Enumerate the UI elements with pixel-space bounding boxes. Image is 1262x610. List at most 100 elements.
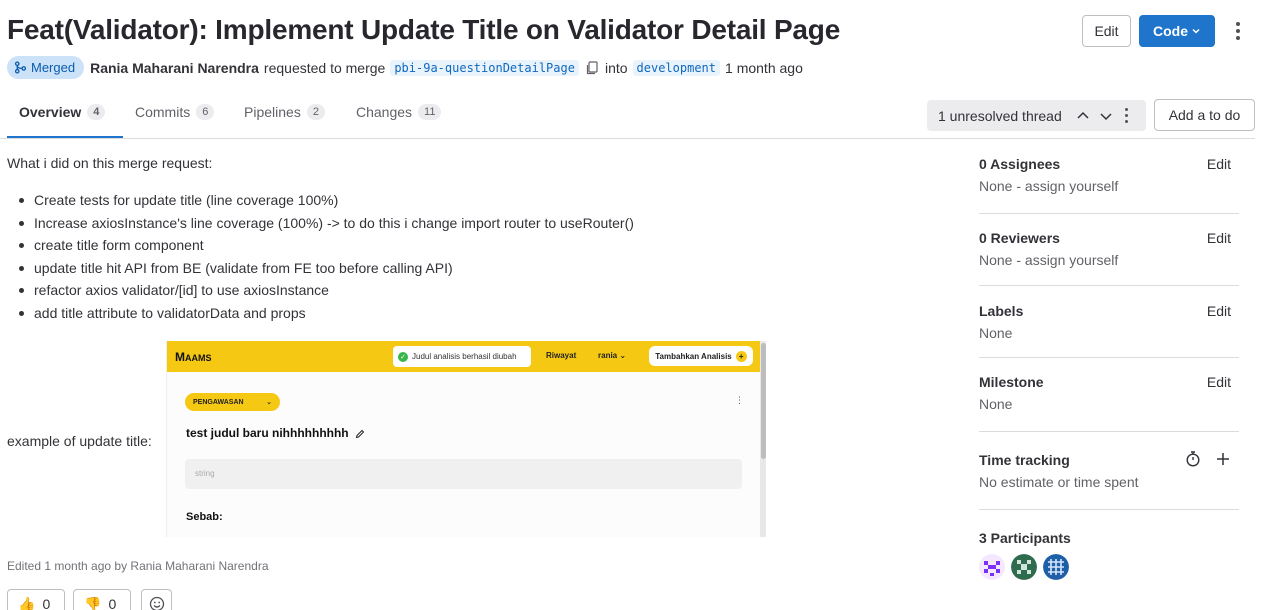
- reviewers-value[interactable]: None - assign yourself: [979, 252, 1239, 268]
- more-actions-icon[interactable]: [1229, 18, 1247, 44]
- tab-changes[interactable]: Changes 11: [356, 104, 442, 120]
- chevron-down-icon[interactable]: [1099, 111, 1113, 121]
- labels-value: None: [979, 325, 1013, 341]
- author-link[interactable]: Rania Maharani Narendra: [90, 60, 259, 76]
- category-pill: PENGAWASAN ⌄: [185, 393, 280, 411]
- avatar[interactable]: [1011, 554, 1037, 580]
- plus-icon: +: [735, 350, 747, 362]
- tab-label: Overview: [19, 104, 82, 120]
- thumbs-up-icon: 👍: [18, 595, 36, 610]
- status-label: Merged: [31, 60, 76, 75]
- add-todo-button[interactable]: Add a to do: [1154, 99, 1255, 131]
- kebab-icon: ⋮: [735, 395, 744, 405]
- code-button-label: Code: [1153, 23, 1188, 39]
- tabs-divider: [0, 138, 1255, 139]
- unresolved-threads[interactable]: 1 unresolved thread: [927, 100, 1146, 131]
- assignees-value[interactable]: None - assign yourself: [979, 178, 1239, 194]
- labels-title: Labels: [979, 303, 1024, 319]
- list-item: update title hit API from BE (validate f…: [18, 260, 738, 283]
- sidebar-divider: [979, 357, 1239, 358]
- nav-history: Riwayat: [546, 351, 577, 360]
- time-tracking-value: No estimate or time spent: [979, 474, 1139, 490]
- app-logo: MAAMS: [175, 350, 212, 364]
- labels-edit-link[interactable]: Edit: [1207, 303, 1231, 319]
- code-button[interactable]: Code: [1139, 15, 1215, 47]
- list-item: add title attribute to validatorData and…: [18, 305, 738, 328]
- stopwatch-icon[interactable]: [1185, 450, 1201, 467]
- list-item: Increase axiosInstance's line coverage (…: [18, 215, 738, 238]
- add-reaction-button[interactable]: [141, 589, 172, 610]
- into-text: into: [604, 59, 628, 76]
- source-branch[interactable]: pbi-9a-questionDetailPage: [390, 59, 579, 76]
- tab-overview[interactable]: Overview 4: [19, 104, 106, 120]
- page-title: Feat(Validator): Implement Update Title …: [7, 14, 841, 45]
- tab-commits[interactable]: Commits 6: [135, 104, 215, 120]
- toast-text: Judul analisis berhasil diubah: [412, 352, 517, 361]
- check-icon: ✓: [398, 351, 408, 362]
- participants-title: 3 Participants: [979, 530, 1071, 546]
- sidebar-divider: [979, 431, 1239, 432]
- milestone-edit-link[interactable]: Edit: [1207, 374, 1231, 390]
- tab-label: Commits: [135, 104, 191, 120]
- sidebar-reviewers: 0 Reviewers None - assign yourself Edit: [979, 230, 1239, 268]
- status-badge: Merged: [7, 56, 85, 79]
- sidebar-time-tracking: Time tracking No estimate or time spent: [979, 450, 1239, 490]
- question-input: string: [185, 459, 742, 489]
- thumbs-up-count: 0: [42, 596, 51, 610]
- merge-time: 1 month ago: [725, 59, 803, 76]
- cause-label: Sebab:: [186, 511, 223, 523]
- thumbs-down-icon: 👎: [84, 595, 102, 610]
- tab-pipelines[interactable]: Pipelines 2: [244, 104, 325, 120]
- sidebar-labels: Labels None Edit: [979, 303, 1239, 341]
- app-navbar: MAAMS ✓ Judul analisis berhasil diubah R…: [167, 341, 760, 372]
- chevron-up-icon[interactable]: [1076, 111, 1090, 121]
- thumbs-down-button[interactable]: 👎 0: [73, 589, 131, 610]
- description: What i did on this merge request: Create…: [7, 155, 634, 320]
- smiley-icon: [149, 596, 164, 610]
- merge-request-meta: Merged Rania Maharani Narendra requested…: [7, 56, 803, 79]
- avatar[interactable]: [1043, 554, 1069, 580]
- list-item: refactor axios validator/[id] to use axi…: [18, 282, 738, 305]
- milestone-title: Milestone: [979, 374, 1044, 390]
- sidebar-divider: [979, 213, 1239, 214]
- list-item: create title form component: [18, 237, 738, 260]
- sidebar-assignees: 0 Assignees None - assign yourself Edit: [979, 156, 1239, 194]
- sidebar-milestone: Milestone None Edit: [979, 374, 1239, 412]
- tab-count: 11: [418, 104, 442, 120]
- chevron-down-icon: [1192, 28, 1200, 34]
- sidebar-divider: [979, 285, 1239, 286]
- example-label: example of update title:: [7, 433, 152, 449]
- edited-note: Edited 1 month ago by Rania Maharani Nar…: [7, 559, 269, 573]
- tab-count: 2: [306, 104, 325, 120]
- tab-count: 4: [87, 104, 106, 120]
- requested-text: requested to merge: [263, 59, 386, 76]
- avatar[interactable]: [979, 554, 1005, 580]
- copy-icon[interactable]: [586, 60, 599, 75]
- analysis-title: test judul baru nihhhhhhhhh: [186, 426, 365, 440]
- nav-user: rania ⌄: [598, 351, 627, 360]
- plus-icon[interactable]: [1216, 452, 1230, 466]
- scrollbar: [760, 341, 766, 537]
- edit-button[interactable]: Edit: [1082, 15, 1131, 47]
- list-item: Create tests for update title (line cove…: [18, 192, 738, 215]
- merge-icon: [14, 61, 27, 74]
- assignees-title: 0 Assignees: [979, 156, 1061, 172]
- add-analysis-button: Tambahkan Analisis +: [649, 346, 753, 366]
- success-toast: ✓ Judul analisis berhasil diubah: [393, 346, 531, 367]
- description-list: Create tests for update title (line cove…: [18, 192, 738, 327]
- pencil-icon: [355, 429, 365, 439]
- reviewers-edit-link[interactable]: Edit: [1207, 230, 1231, 246]
- example-screenshot[interactable]: MAAMS ✓ Judul analisis berhasil diubah R…: [166, 341, 766, 537]
- thumbs-up-button[interactable]: 👍 0: [7, 589, 65, 610]
- assignees-edit-link[interactable]: Edit: [1207, 156, 1231, 172]
- thumbs-down-count: 0: [108, 596, 117, 610]
- description-intro: What i did on this merge request:: [7, 155, 213, 171]
- tab-count: 6: [196, 104, 215, 120]
- thread-options-icon[interactable]: [1124, 108, 1128, 123]
- chevron-down-icon: ⌄: [266, 399, 272, 406]
- sidebar-participants: 3 Participants: [979, 530, 1239, 580]
- unresolved-threads-label: 1 unresolved thread: [938, 107, 1062, 124]
- sidebar-divider: [979, 509, 1239, 510]
- tab-label: Pipelines: [244, 104, 301, 120]
- target-branch[interactable]: development: [632, 59, 721, 76]
